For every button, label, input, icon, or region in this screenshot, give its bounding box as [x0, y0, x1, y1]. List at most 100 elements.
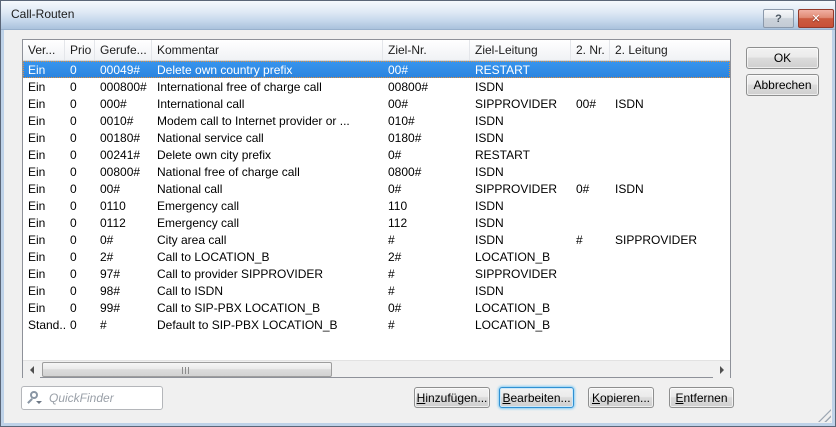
close-icon: ✕ — [811, 12, 820, 25]
column-header-called[interactable]: Gerufe... — [95, 40, 152, 60]
route-list-header: Ver... Prio Gerufe... Kommentar Ziel-Nr.… — [23, 40, 730, 61]
cell-dest-nr: 0180# — [383, 129, 470, 146]
table-row[interactable]: Ein 0 97# Call to provider SIPPROVIDER #… — [23, 265, 730, 282]
cell-ver: Ein — [23, 112, 65, 129]
cell-2nd-nr — [571, 78, 610, 95]
cell-dest-nr: 00800# — [383, 78, 470, 95]
cell-2nd-line: ISDN — [610, 180, 730, 197]
cell-dest-nr: 0800# — [383, 163, 470, 180]
horizontal-scrollbar[interactable] — [23, 360, 730, 377]
table-row[interactable]: Ein 0 0112 Emergency call 112 ISDN — [23, 214, 730, 231]
cell-2nd-line: ISDN — [610, 95, 730, 112]
table-row[interactable]: Ein 0 99# Call to SIP-PBX LOCATION_B 0# … — [23, 299, 730, 316]
cell-called: 00180# — [95, 129, 152, 146]
cell-prio: 0 — [65, 214, 95, 231]
cell-prio: 0 — [65, 163, 95, 180]
cell-comment: National service call — [152, 129, 383, 146]
column-header-prio[interactable]: Prio — [65, 40, 95, 60]
cell-prio: 0 — [65, 282, 95, 299]
cell-prio: 0 — [65, 61, 95, 78]
titlebar[interactable]: Call-Routen ? ✕ — [1, 1, 835, 30]
cell-dest-line: SIPPROVIDER — [470, 180, 571, 197]
table-row[interactable]: Ein 0 00180# National service call 0180#… — [23, 129, 730, 146]
cell-dest-line: SIPPROVIDER — [470, 95, 571, 112]
cell-dest-nr: # — [383, 316, 470, 333]
table-row[interactable]: Ein 0 0110 Emergency call 110 ISDN — [23, 197, 730, 214]
column-header-dest-line[interactable]: Ziel-Leitung — [470, 40, 571, 60]
cell-prio: 0 — [65, 129, 95, 146]
scroll-right-button[interactable] — [713, 361, 730, 378]
cell-ver: Ein — [23, 61, 65, 78]
quickfinder-box — [21, 386, 163, 410]
route-list: Ver... Prio Gerufe... Kommentar Ziel-Nr.… — [22, 39, 731, 378]
table-row[interactable]: Ein 0 000# International call 00# SIPPRO… — [23, 95, 730, 112]
cell-dest-line: ISDN — [470, 163, 571, 180]
cell-ver: Ein — [23, 282, 65, 299]
cell-ver: Ein — [23, 78, 65, 95]
table-row[interactable]: Ein 0 2# Call to LOCATION_B 2# LOCATION_… — [23, 248, 730, 265]
ok-button[interactable]: OK — [746, 47, 819, 69]
cell-comment: Delete own city prefix — [152, 146, 383, 163]
arrow-left-icon — [26, 366, 34, 374]
cell-prio: 0 — [65, 248, 95, 265]
add-button[interactable]: Hinzufügen... — [414, 387, 490, 408]
table-row[interactable]: Ein 0 000800# International free of char… — [23, 78, 730, 95]
cell-2nd-nr — [571, 61, 610, 78]
cell-prio: 0 — [65, 112, 95, 129]
cell-2nd-line — [610, 316, 730, 333]
cell-called: 00# — [95, 180, 152, 197]
cell-2nd-nr — [571, 146, 610, 163]
cell-dest-nr: 112 — [383, 214, 470, 231]
cell-dest-line: ISDN — [470, 78, 571, 95]
cell-called: 97# — [95, 265, 152, 282]
column-header-ver[interactable]: Ver... — [23, 40, 65, 60]
scrollbar-thumb[interactable] — [42, 362, 332, 377]
close-button[interactable]: ✕ — [798, 9, 834, 28]
cell-dest-line: ISDN — [470, 214, 571, 231]
cell-prio: 0 — [65, 95, 95, 112]
remove-button[interactable]: Entfernen — [669, 387, 734, 408]
table-row[interactable]: Ein 0 0# City area call # ISDN # SIPPROV… — [23, 231, 730, 248]
cell-comment: Call to LOCATION_B — [152, 248, 383, 265]
cell-called: 00241# — [95, 146, 152, 163]
cell-2nd-line — [610, 129, 730, 146]
copy-button[interactable]: Kopieren... — [588, 387, 654, 408]
cell-2nd-line — [610, 146, 730, 163]
table-row[interactable]: Ein 0 00049# Delete own country prefix 0… — [23, 61, 730, 78]
table-row[interactable]: Ein 0 0010# Modem call to Internet provi… — [23, 112, 730, 129]
cell-dest-line: ISDN — [470, 282, 571, 299]
cell-called: 0# — [95, 231, 152, 248]
cell-ver: Stand... — [23, 316, 65, 333]
cell-comment: Emergency call — [152, 214, 383, 231]
scroll-left-button[interactable] — [23, 361, 40, 378]
table-row[interactable]: Stand... 0 # Default to SIP-PBX LOCATION… — [23, 316, 730, 333]
table-row[interactable]: Ein 0 98# Call to ISDN # ISDN — [23, 282, 730, 299]
cell-called: 000800# — [95, 78, 152, 95]
column-header-2nd-line[interactable]: 2. Leitung — [610, 40, 730, 60]
quickfinder-input[interactable] — [45, 391, 145, 405]
cell-comment: International free of charge call — [152, 78, 383, 95]
search-icon[interactable] — [27, 390, 45, 406]
table-row[interactable]: Ein 0 00# National call 0# SIPPROVIDER 0… — [23, 180, 730, 197]
cell-2nd-line: SIPPROVIDER — [610, 231, 730, 248]
help-button[interactable]: ? — [763, 9, 794, 28]
cell-2nd-nr — [571, 265, 610, 282]
column-header-comment[interactable]: Kommentar — [152, 40, 383, 60]
cancel-button[interactable]: Abbrechen — [746, 74, 819, 96]
cell-dest-nr: 0# — [383, 299, 470, 316]
cell-comment: Emergency call — [152, 197, 383, 214]
cell-2nd-line — [610, 248, 730, 265]
cell-dest-nr: # — [383, 231, 470, 248]
table-row[interactable]: Ein 0 00241# Delete own city prefix 0# R… — [23, 146, 730, 163]
edit-button[interactable]: Bearbeiten... — [499, 387, 574, 408]
cell-2nd-nr — [571, 163, 610, 180]
cell-2nd-line — [610, 299, 730, 316]
table-row[interactable]: Ein 0 00800# National free of charge cal… — [23, 163, 730, 180]
cell-dest-nr: 0# — [383, 180, 470, 197]
column-header-dest-nr[interactable]: Ziel-Nr. — [383, 40, 470, 60]
cell-called: 00049# — [95, 61, 152, 78]
cell-ver: Ein — [23, 248, 65, 265]
cell-prio: 0 — [65, 299, 95, 316]
column-header-2nd-nr[interactable]: 2. Nr. — [571, 40, 610, 60]
cell-called: # — [95, 316, 152, 333]
